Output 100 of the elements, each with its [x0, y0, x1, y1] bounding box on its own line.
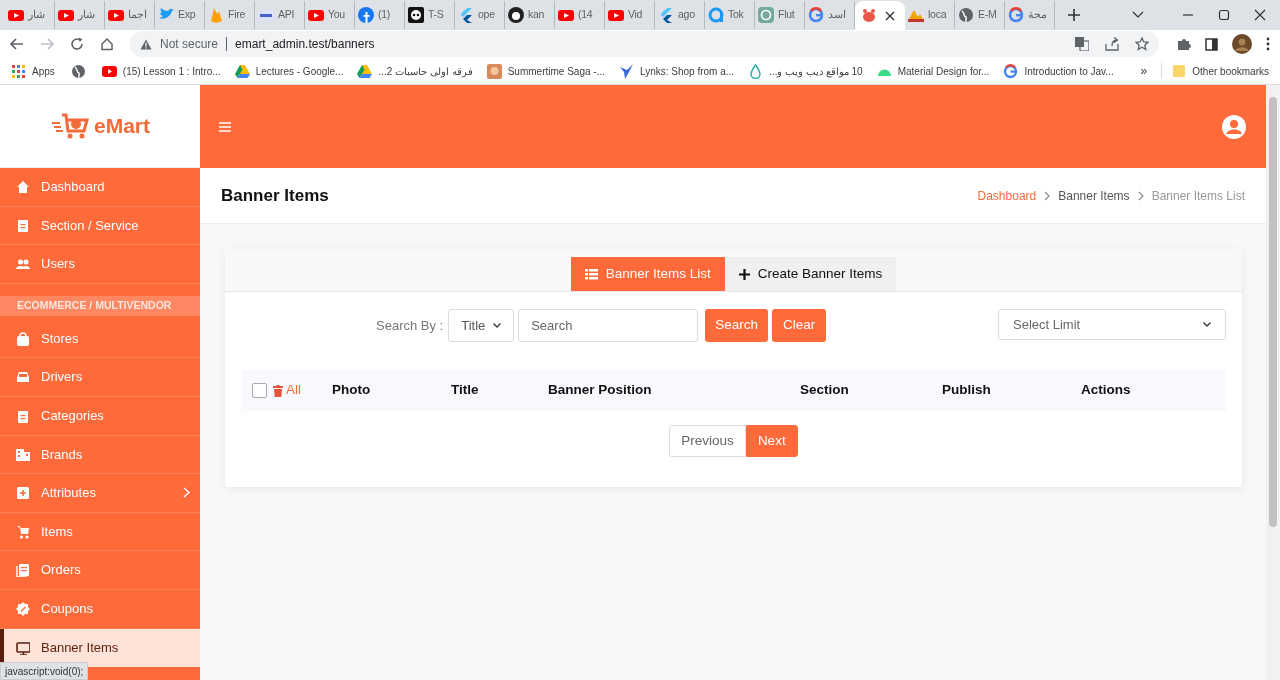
drop-icon — [748, 63, 764, 79]
bookmark[interactable]: Material Design for... — [876, 60, 990, 82]
delete-all-button[interactable]: All — [273, 380, 301, 401]
star-icon[interactable] — [1135, 37, 1149, 51]
browser-tab[interactable]: محة — [1005, 1, 1055, 29]
bookmark-title: Summertime Saga -... — [507, 64, 605, 79]
checkbox[interactable] — [252, 383, 267, 398]
browser-tab[interactable]: Flut — [755, 1, 805, 29]
browser-tab[interactable]: اجما — [105, 1, 155, 29]
play-icon — [558, 7, 574, 23]
browser-tab[interactable]: You — [305, 1, 355, 29]
tab-title: Tok — [728, 7, 744, 23]
tab-title: اجما — [128, 7, 147, 23]
browser-tab[interactable]: loca — [905, 1, 955, 29]
maximize-icon[interactable] — [1218, 9, 1230, 21]
browser-tab[interactable]: Fire — [205, 1, 255, 29]
triangle-logo-icon — [234, 63, 250, 79]
search-button[interactable]: Search — [705, 309, 768, 342]
field-select[interactable]: Title — [448, 309, 515, 342]
g-icon — [1008, 7, 1024, 23]
tab[interactable]: Banner Items List — [570, 257, 725, 291]
browser-tab[interactable]: Vid — [605, 1, 655, 29]
avatar-icon[interactable] — [1232, 34, 1252, 54]
limit-select[interactable]: Select Limit — [998, 309, 1226, 340]
translate-icon[interactable] — [1075, 37, 1089, 51]
sidebar-item[interactable]: Attributes — [0, 474, 200, 513]
browser-tab[interactable]: T-S — [405, 1, 455, 29]
tab-title: شار — [28, 7, 45, 23]
share-icon[interactable] — [1105, 37, 1119, 51]
bookmark[interactable]: Apps — [11, 60, 55, 82]
play-icon — [58, 7, 74, 23]
tab-title: محة — [1028, 7, 1047, 23]
chevron-logo-icon — [458, 7, 474, 23]
mask-icon — [408, 7, 424, 23]
bookmark[interactable]: (15) Lesson 1 : Intro... — [101, 60, 221, 82]
browser-tab[interactable]: API — [255, 1, 305, 29]
browser-tab[interactable]: E-M — [955, 1, 1005, 29]
browser-tab[interactable]: شار — [5, 1, 55, 29]
more-icon[interactable] — [1266, 37, 1270, 51]
play-icon — [308, 7, 324, 23]
tab[interactable]: Create Banner Items — [724, 257, 897, 291]
browser-tab[interactable]: Exp — [155, 1, 205, 29]
sidebar-item[interactable]: Brands — [0, 435, 200, 475]
chevron-right-icon — [183, 487, 190, 499]
address-bar[interactable]: Not secure emart_admin.test/banners — [130, 31, 1159, 57]
more-bookmarks-button[interactable]: » — [1136, 62, 1152, 80]
chevron-down-icon[interactable] — [1132, 11, 1144, 19]
sidebar-item[interactable]: Orders — [0, 551, 200, 590]
column-header: Title — [451, 381, 480, 400]
play-icon — [8, 7, 24, 23]
puzzle-icon[interactable] — [1177, 37, 1191, 51]
breadcrumb-item[interactable]: Banner Items — [1058, 186, 1130, 205]
back-icon[interactable] — [10, 38, 24, 50]
chevron-down-icon — [1203, 322, 1211, 327]
pagination-button[interactable]: Previous — [669, 425, 746, 457]
tab-title: T-S — [428, 7, 444, 23]
bookmark[interactable]: Summertime Saga -... — [486, 60, 605, 82]
chevron-right-icon — [1044, 190, 1051, 201]
monitor-icon — [16, 640, 30, 655]
browser-tab[interactable]: شار — [55, 1, 105, 29]
browser-tab[interactable]: ago — [655, 1, 705, 29]
column-header: Actions — [1081, 381, 1132, 400]
column-header: Section — [800, 381, 850, 400]
play-icon — [608, 7, 624, 23]
bookmark-title: Apps — [32, 64, 55, 79]
browser-tab[interactable]: (1) — [355, 1, 405, 29]
bookmark[interactable]: Introduction to Jav... — [1003, 60, 1114, 82]
reload-icon[interactable] — [70, 37, 84, 51]
warning-icon — [140, 38, 152, 50]
bookmark[interactable]: فرقه اولى حاسبات 2... — [357, 60, 473, 82]
close-icon[interactable] — [885, 10, 895, 21]
pagination-button[interactable]: Next — [745, 425, 798, 457]
folder-icon — [1172, 64, 1187, 78]
search-field[interactable]: Search — [518, 309, 699, 342]
home-icon[interactable] — [100, 37, 114, 51]
apps-grid-icon — [11, 63, 26, 79]
browser-tab[interactable]: ope — [455, 1, 505, 29]
browser-tab[interactable]: Tok — [705, 1, 755, 29]
bird-icon — [618, 63, 634, 79]
column-header: Photo — [332, 381, 372, 400]
browser-tab[interactable]: (14 — [555, 1, 605, 29]
scrollbar-thumb[interactable] — [1269, 97, 1277, 527]
close-icon[interactable] — [1254, 9, 1266, 21]
chevron-logo-icon — [658, 7, 674, 23]
breadcrumb-link[interactable]: Dashboard — [977, 186, 1037, 205]
side-panel-icon[interactable] — [1205, 37, 1218, 51]
bookmark[interactable]: 10 مواقع ديب ويب و... — [748, 60, 863, 82]
tab-title: ope — [478, 7, 495, 23]
bookmark-title: Material Design for... — [897, 64, 990, 79]
browser-tab[interactable]: kan — [505, 1, 555, 29]
other-bookmarks-button[interactable]: Other bookmarks — [1172, 63, 1269, 79]
tab-title: loca — [928, 7, 947, 23]
user-avatar-icon[interactable] — [1221, 113, 1247, 140]
bookmark[interactable]: Lynks: Shop from a... — [618, 60, 735, 82]
bookmark[interactable]: Lectures - Google... — [234, 60, 344, 82]
bag-icon — [16, 331, 30, 346]
plus-icon[interactable] — [1067, 8, 1081, 22]
tab-title: kan — [528, 7, 545, 23]
browser-tab[interactable] — [855, 1, 905, 30]
clear-button[interactable]: Clear — [772, 309, 827, 342]
